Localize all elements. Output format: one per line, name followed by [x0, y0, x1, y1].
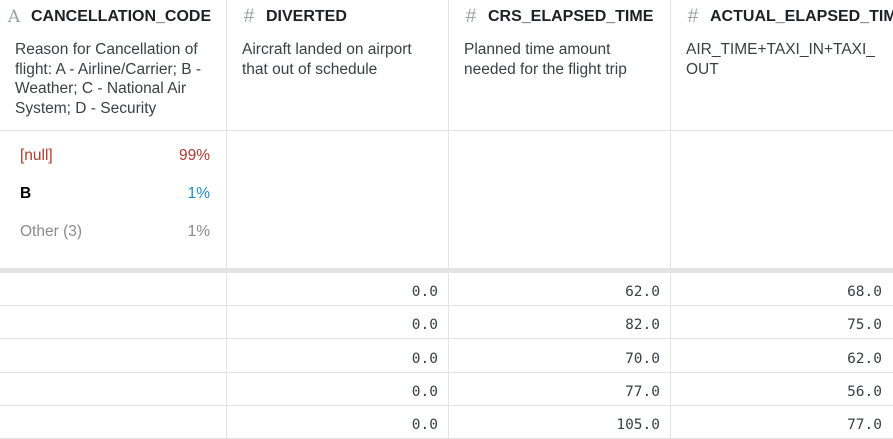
table-cell[interactable]	[0, 373, 226, 406]
column-summary: [null] 99% B 1% Other (3) 1%	[0, 131, 226, 268]
table-cell[interactable]: 62.0	[671, 340, 893, 373]
table-cell[interactable]: 68.0	[671, 273, 893, 306]
summary-row-b[interactable]: B 1%	[20, 185, 210, 203]
column-description: Aircraft landed on airport that out of s…	[242, 41, 412, 78]
numeric-type-icon: #	[243, 6, 255, 27]
table-cell[interactable]: 105.0	[449, 406, 670, 439]
column-actual-elapsed-time: # ACTUAL_ELAPSED_TIME AIR_TIME+TAXI_IN+T…	[671, 0, 893, 439]
table-cell[interactable]: 77.0	[671, 406, 893, 439]
column-header[interactable]: # CRS_ELAPSED_TIME Planned time amount n…	[449, 0, 670, 131]
column-header[interactable]: # ACTUAL_ELAPSED_TIME AIR_TIME+TAXI_IN+T…	[671, 0, 893, 131]
summary-percent: 1%	[187, 223, 210, 240]
data-table: A CANCELLATION_CODE Reason for Cancellat…	[0, 0, 893, 439]
table-cell[interactable]	[0, 406, 226, 439]
column-diverted: # DIVERTED Aircraft landed on airport th…	[227, 0, 449, 439]
summary-label: [null]	[20, 147, 53, 164]
table-cell[interactable]	[0, 340, 226, 373]
column-summary	[671, 131, 893, 268]
column-description: Reason for Cancellation of flight: A - A…	[15, 41, 202, 117]
column-header[interactable]: # DIVERTED Aircraft landed on airport th…	[227, 0, 448, 131]
table-cell[interactable]: 0.0	[227, 406, 448, 439]
table-cell[interactable]: 0.0	[227, 340, 448, 373]
table-cell[interactable]: 77.0	[449, 373, 670, 406]
summary-row-other[interactable]: Other (3) 1%	[20, 223, 210, 241]
column-summary	[449, 131, 670, 268]
string-type-icon: A	[7, 7, 21, 27]
table-cell[interactable]: 0.0	[227, 306, 448, 339]
summary-label: Other (3)	[20, 223, 83, 240]
table-cell[interactable]: 75.0	[671, 306, 893, 339]
column-header[interactable]: A CANCELLATION_CODE Reason for Cancellat…	[0, 0, 226, 131]
column-description: AIR_TIME+TAXI_IN+TAXI_OUT	[686, 41, 875, 78]
summary-label: B	[20, 185, 32, 202]
table-cell[interactable]: 82.0	[449, 306, 670, 339]
column-description: Planned time amount needed for the fligh…	[464, 41, 627, 78]
table-cell[interactable]	[0, 306, 226, 339]
table-cell[interactable]	[0, 273, 226, 306]
column-name: ACTUAL_ELAPSED_TIME	[710, 8, 893, 25]
column-cancellation-code: A CANCELLATION_CODE Reason for Cancellat…	[0, 0, 227, 439]
table-cell[interactable]: 70.0	[449, 340, 670, 373]
summary-row-null[interactable]: [null] 99%	[20, 147, 210, 165]
table-cell[interactable]: 0.0	[227, 273, 448, 306]
summary-percent: 1%	[187, 185, 210, 202]
column-name: CANCELLATION_CODE	[31, 8, 212, 25]
numeric-type-icon: #	[687, 6, 699, 27]
summary-percent: 99%	[178, 147, 210, 164]
table-cell[interactable]: 56.0	[671, 373, 893, 406]
column-name: DIVERTED	[266, 8, 347, 25]
column-summary	[227, 131, 448, 268]
column-name: CRS_ELAPSED_TIME	[488, 8, 654, 25]
table-cell[interactable]: 62.0	[449, 273, 670, 306]
header-body-divider	[0, 268, 893, 273]
column-crs-elapsed-time: # CRS_ELAPSED_TIME Planned time amount n…	[449, 0, 671, 439]
numeric-type-icon: #	[465, 6, 477, 27]
table-cell[interactable]: 0.0	[227, 373, 448, 406]
